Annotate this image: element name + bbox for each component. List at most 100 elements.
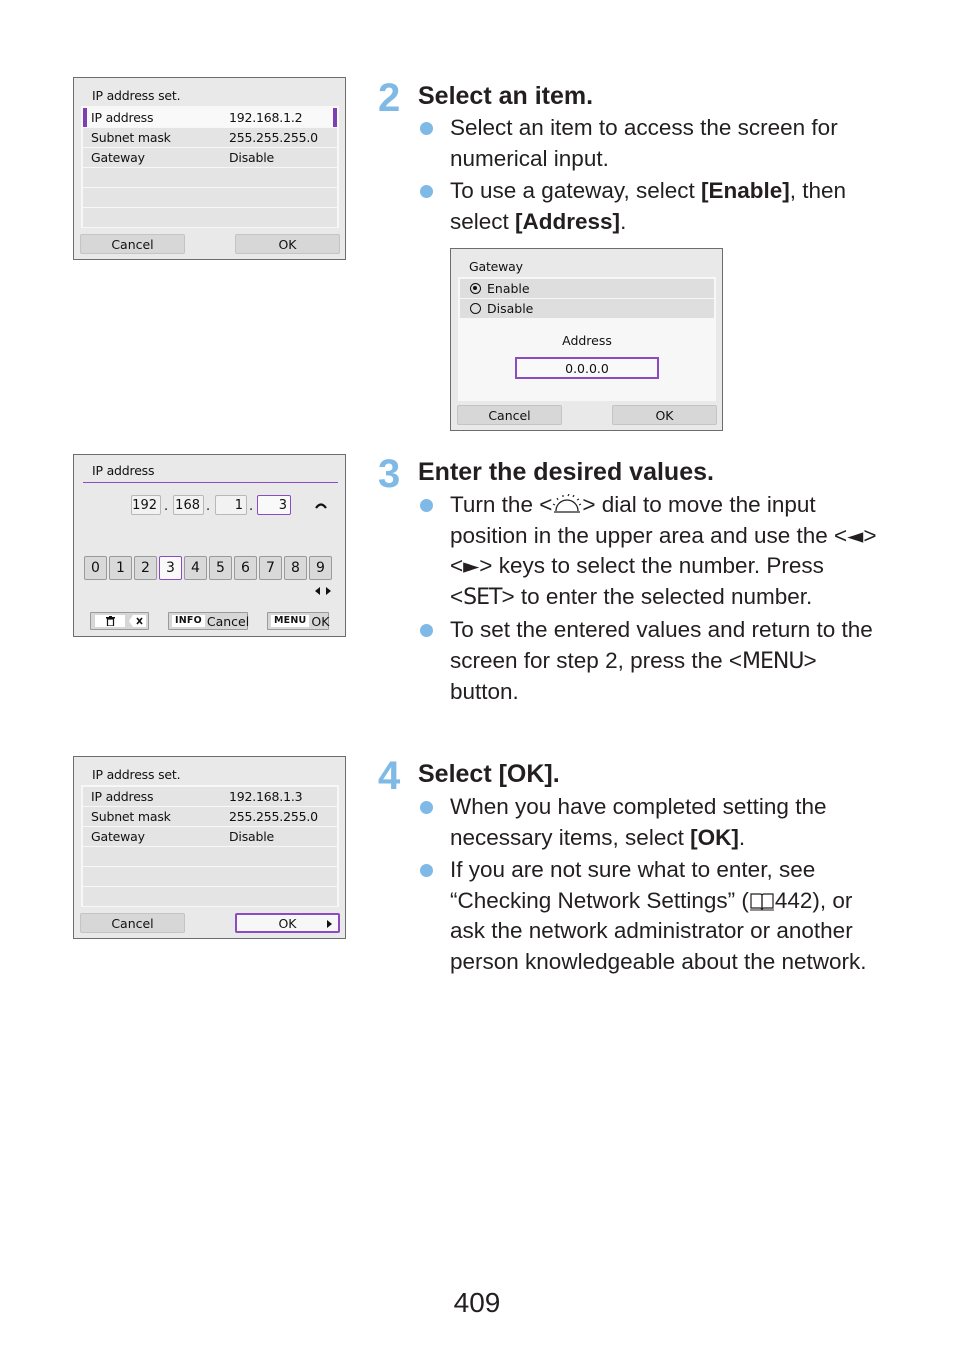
row-value: 192.168.1.2 xyxy=(229,110,303,125)
left-right-keys-icon xyxy=(315,587,331,595)
ok-label: OK xyxy=(278,915,297,931)
list-row-subnet-mask[interactable]: Subnet mask 255.255.255.0 xyxy=(83,128,337,147)
bullet-icon xyxy=(420,801,433,814)
digit-key-5[interactable]: 5 xyxy=(209,556,232,580)
bullet-text: Turn the < xyxy=(450,492,553,517)
radio-selected-icon xyxy=(470,283,481,294)
settings-list: IP address 192.168.1.2 Subnet mask 255.2… xyxy=(81,106,339,228)
octet-field-2[interactable]: 168 xyxy=(173,495,204,515)
octet-field-3[interactable]: 1 xyxy=(215,495,247,515)
row-label: Subnet mask xyxy=(91,130,171,145)
step-3-title: Enter the desired values. xyxy=(418,458,714,486)
empty-row xyxy=(83,847,337,866)
menu-ok-hint-button[interactable]: MENU OK xyxy=(267,612,329,630)
digit-key-3[interactable]: 3 xyxy=(159,556,182,580)
set-key-icon: SET xyxy=(463,584,502,610)
screen-title: IP address set. xyxy=(92,767,181,782)
delete-hint-button[interactable] xyxy=(90,612,149,630)
bullet-item: Select an item to access the screen for … xyxy=(418,113,888,174)
gateway-screen: Gateway Enable Disable Address 0.0.0.0 C… xyxy=(450,248,723,431)
title-divider xyxy=(83,482,338,483)
bullet-text: Select an item to access the screen for … xyxy=(450,115,838,171)
ok-ref: [OK] xyxy=(690,824,739,850)
page-reference-link[interactable]: 442 xyxy=(775,888,813,913)
row-value: 255.255.255.0 xyxy=(229,130,318,145)
bullet-item: To use a gateway, select [Enable], then … xyxy=(418,176,888,237)
address-field[interactable]: 0.0.0.0 xyxy=(515,357,659,379)
ok-button[interactable]: OK xyxy=(235,234,340,254)
option-disable[interactable]: Disable xyxy=(460,299,714,318)
digit-key-9[interactable]: 9 xyxy=(309,556,332,580)
octet-field-4[interactable]: 3 xyxy=(257,495,291,515)
option-label: Disable xyxy=(487,301,534,316)
bullet-icon xyxy=(420,122,433,135)
bullet-icon xyxy=(420,624,433,637)
octet-separator: . xyxy=(206,499,211,514)
row-label: Gateway xyxy=(91,150,145,165)
bullet-text: > to enter the selected number. xyxy=(501,583,813,609)
button-bar: Cancel OK xyxy=(457,405,717,425)
screen-title: IP address xyxy=(92,463,155,478)
digit-key-4[interactable]: 4 xyxy=(184,556,207,580)
row-label: IP address xyxy=(91,789,154,804)
step-number-2: 2 xyxy=(378,76,401,120)
bullet-text: . xyxy=(620,208,627,234)
empty-row xyxy=(83,168,337,187)
main-dial-icon xyxy=(553,494,582,513)
bullet-item: To set the entered values and return to … xyxy=(418,615,888,708)
digit-key-8[interactable]: 8 xyxy=(284,556,307,580)
bullet-item: When you have completed setting the nece… xyxy=(418,792,888,853)
empty-row xyxy=(83,887,337,906)
ip-address-input-screen: IP address 192 . 168 . 1 . 3 0123456789 … xyxy=(73,454,346,637)
digit-key-1[interactable]: 1 xyxy=(109,556,132,580)
right-key-icon: ► xyxy=(463,554,480,578)
step-number-4: 4 xyxy=(378,754,401,798)
page-reference-icon xyxy=(749,892,774,910)
bullet-icon xyxy=(420,185,433,198)
bullet-text: To use a gateway, select xyxy=(450,178,701,203)
step-number-3: 3 xyxy=(378,452,401,496)
digit-key-6[interactable]: 6 xyxy=(234,556,257,580)
info-key-label: INFO xyxy=(172,615,205,627)
bullet-icon xyxy=(420,864,433,877)
ok-button[interactable]: OK xyxy=(235,913,340,933)
octet-field-1[interactable]: 192 xyxy=(131,495,161,515)
ok-button[interactable]: OK xyxy=(612,405,717,425)
cancel-button[interactable]: Cancel xyxy=(80,234,185,254)
cancel-button[interactable]: Cancel xyxy=(457,405,562,425)
option-enable[interactable]: Enable xyxy=(460,279,714,298)
row-value: 192.168.1.3 xyxy=(229,789,303,804)
gateway-panel: Enable Disable Address 0.0.0.0 xyxy=(458,277,716,401)
list-row-ip-address[interactable]: IP address 192.168.1.2 xyxy=(83,108,337,127)
list-row-gateway[interactable]: Gateway Disable xyxy=(83,827,337,846)
step-2-bullets: Select an item to access the screen for … xyxy=(418,113,888,239)
bullet-item: If you are not sure what to enter, see “… xyxy=(418,855,888,977)
cancel-button[interactable]: Cancel xyxy=(80,913,185,933)
hint-label: Cancel xyxy=(206,613,250,629)
step-4-bullets: When you have completed setting the nece… xyxy=(418,792,888,979)
digit-key-2[interactable]: 2 xyxy=(134,556,157,580)
trash-icon xyxy=(95,615,125,627)
bullet-item: Turn the < > dial to move the input posit… xyxy=(418,490,888,613)
row-value: 255.255.255.0 xyxy=(229,809,318,824)
digit-key-0[interactable]: 0 xyxy=(84,556,107,580)
backspace-icon xyxy=(129,615,146,627)
arrow-right-icon xyxy=(327,920,332,928)
bullet-icon xyxy=(420,499,433,512)
empty-row xyxy=(83,188,337,207)
info-cancel-hint-button[interactable]: INFO Cancel xyxy=(168,612,250,630)
step-4-title: Select [OK]. xyxy=(418,760,560,788)
step-2-title: Select an item. xyxy=(418,82,594,110)
row-label: Subnet mask xyxy=(91,809,171,824)
menu-key-label: MENU xyxy=(271,615,310,627)
enable-ref: [Enable] xyxy=(700,178,790,203)
row-label: Gateway xyxy=(91,829,145,844)
list-row-ip-address[interactable]: IP address 192.168.1.3 xyxy=(83,787,337,806)
page-number: 409 xyxy=(453,1287,501,1318)
list-row-subnet-mask[interactable]: Subnet mask 255.255.255.0 xyxy=(83,807,337,826)
list-row-gateway[interactable]: Gateway Disable xyxy=(83,148,337,167)
digit-key-7[interactable]: 7 xyxy=(259,556,282,580)
step-3-bullets: Turn the < > dial to move the input posit… xyxy=(418,490,888,710)
row-value: Disable xyxy=(229,150,274,165)
row-value: Disable xyxy=(229,829,274,844)
